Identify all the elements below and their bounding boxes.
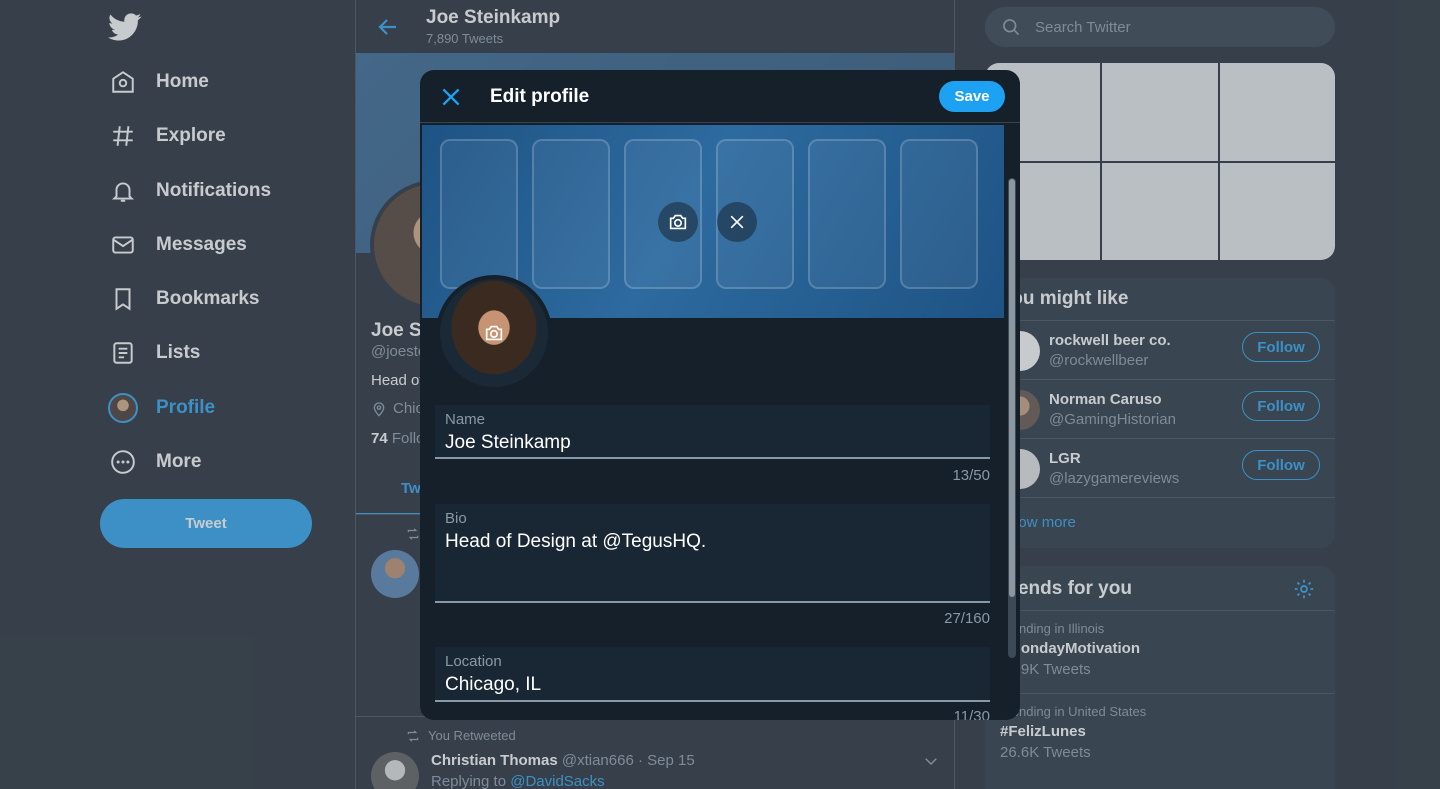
bio-field[interactable]: Bio Head of Design at @TegusHQ. xyxy=(435,504,990,603)
location-input[interactable]: Chicago, IL xyxy=(445,674,980,696)
close-icon[interactable] xyxy=(438,84,464,110)
char-count: 13/50 xyxy=(952,467,990,484)
name-input[interactable]: Joe Steinkamp xyxy=(445,432,980,454)
modal-header: Edit profile Save xyxy=(420,70,1020,123)
field-label: Location xyxy=(445,653,502,670)
camera-icon[interactable] xyxy=(658,202,698,242)
banner-decor xyxy=(440,139,518,289)
remove-icon[interactable] xyxy=(717,202,757,242)
field-label: Bio xyxy=(445,510,467,527)
edit-profile-modal: Edit profile Save Name Joe Steinkamp 13/… xyxy=(420,70,1020,720)
avatar[interactable] xyxy=(436,275,552,391)
location-field[interactable]: Location Chicago, IL xyxy=(435,647,990,702)
field-label: Name xyxy=(445,411,486,428)
camera-icon[interactable] xyxy=(478,317,510,349)
scrollbar-thumb[interactable] xyxy=(1009,179,1015,597)
modal-scroll-area[interactable]: Name Joe Steinkamp 13/50 Bio Head of Des… xyxy=(420,123,1020,720)
modal-title: Edit profile xyxy=(490,86,590,107)
char-count: 27/160 xyxy=(944,610,990,627)
name-field[interactable]: Name Joe Steinkamp xyxy=(435,405,990,459)
banner-decor xyxy=(808,139,886,289)
save-button[interactable]: Save xyxy=(939,81,1005,112)
char-count: 11/30 xyxy=(953,708,990,720)
banner-decor xyxy=(900,139,978,289)
banner-decor xyxy=(532,139,610,289)
bio-input[interactable]: Head of Design at @TegusHQ. xyxy=(445,531,980,553)
